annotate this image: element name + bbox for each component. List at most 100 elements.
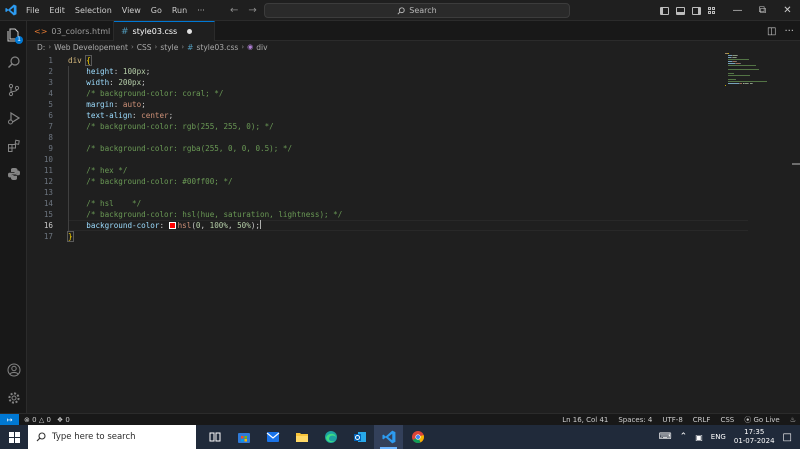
split-editor-icon[interactable]: ◫	[767, 26, 776, 37]
code-line[interactable]: 16 background-color: hsl(0, 100%, 50%);	[27, 220, 748, 231]
breadcrumb-item[interactable]: style	[160, 43, 178, 52]
line-number: 16	[43, 221, 53, 230]
back-arrow-icon[interactable]: ←	[230, 5, 238, 16]
menu-more[interactable]: ···	[192, 0, 210, 21]
more-actions-icon[interactable]: ···	[784, 26, 794, 37]
tab-03-colors-html[interactable]: <> 03_colors.html	[27, 21, 114, 41]
run-debug-icon[interactable]	[5, 109, 22, 126]
code-line[interactable]: 1 div {	[27, 55, 727, 66]
code-line[interactable]: 12 /* background-color: #00ff00; */	[27, 176, 727, 187]
chevron-up-icon[interactable]: ⌃	[680, 432, 688, 442]
keyboard-icon[interactable]: ⌨	[659, 432, 672, 442]
code-line[interactable]: 3 width: 200px;	[27, 77, 727, 88]
customize-layout-icon[interactable]	[708, 7, 715, 14]
color-swatch-icon[interactable]	[168, 222, 176, 229]
explorer-badge: 1	[15, 36, 23, 44]
code-line[interactable]: 13	[27, 187, 727, 198]
scrollbar-marker[interactable]	[792, 163, 800, 165]
code-line[interactable]: 17}	[27, 231, 727, 242]
code-line[interactable]: 14 /* hsl */	[27, 198, 727, 209]
restore-icon[interactable]: ⧉	[750, 0, 775, 21]
mail-icon[interactable]	[258, 425, 287, 449]
taskbar-search[interactable]: Type here to search	[28, 425, 196, 449]
language-mode[interactable]: CSS	[720, 416, 734, 424]
command-center-search[interactable]: Search	[264, 3, 570, 18]
forward-arrow-icon[interactable]: →	[248, 5, 256, 16]
source-control-icon[interactable]	[5, 81, 22, 98]
chevron-right-icon: ›	[48, 43, 52, 51]
code-line[interactable]: 8	[27, 132, 727, 143]
outlook-icon[interactable]	[345, 425, 374, 449]
input-language[interactable]: ENG	[711, 433, 726, 441]
toggle-sidebar-icon[interactable]	[660, 6, 669, 15]
code-token: {	[85, 55, 92, 66]
toggle-panel-icon[interactable]	[676, 6, 685, 15]
start-button[interactable]	[0, 425, 28, 449]
code-line[interactable]: 5 margin: auto;	[27, 99, 727, 110]
line-number: 13	[43, 188, 53, 197]
minimize-icon[interactable]: —	[725, 0, 750, 21]
line-number: 1	[48, 56, 53, 65]
minimap-stroke	[727, 73, 735, 74]
code-line[interactable]: 9 /* background-color: rgba(255, 0, 0, 0…	[27, 143, 727, 154]
clock[interactable]: 17:35 01-07-2024	[734, 428, 775, 446]
menu-run[interactable]: Run	[167, 0, 192, 21]
end-of-line[interactable]: CRLF	[693, 416, 711, 424]
indentation[interactable]: Spaces: 4	[618, 416, 652, 424]
extensions-icon[interactable]	[5, 137, 22, 154]
errors-status[interactable]: ⊗ 0 △ 0	[24, 416, 51, 424]
encoding[interactable]: UTF-8	[662, 416, 682, 424]
minimap[interactable]	[725, 53, 770, 93]
tab-style03-css[interactable]: # style03.css	[114, 21, 215, 41]
menu-go[interactable]: Go	[146, 0, 167, 21]
code-editor[interactable]: 1 div {2 height: 100px; 3 width: 200px; 4 /…	[27, 53, 800, 413]
code-line[interactable]: 11 /* hex */	[27, 165, 727, 176]
notifications-bell-icon[interactable]: ♨	[790, 416, 796, 424]
line-code: /* background-color: rgb(255, 255, 0); *…	[68, 121, 273, 132]
menu-selection[interactable]: Selection	[70, 0, 117, 21]
go-live-button[interactable]: ⦿ Go Live	[744, 415, 779, 425]
toggle-secondary-sidebar-icon[interactable]	[692, 6, 701, 15]
network-icon[interactable]: ▣	[695, 433, 703, 442]
breadcrumb-item[interactable]: style03.css	[196, 43, 238, 52]
code-line[interactable]: 7 /* background-color: rgb(255, 255, 0);…	[27, 121, 727, 132]
cursor-position[interactable]: Ln 16, Col 41	[562, 416, 608, 424]
line-number: 8	[48, 133, 53, 142]
chrome-icon[interactable]	[403, 425, 432, 449]
breadcrumb-item[interactable]: Web Developement	[54, 43, 128, 52]
search-view-icon[interactable]	[5, 53, 22, 70]
python-icon[interactable]	[5, 165, 22, 182]
remote-indicator-icon[interactable]: ↦	[0, 413, 19, 426]
status-left: ⊗ 0 △ 0 ❖ 0	[24, 416, 70, 424]
code-line[interactable]: 6 text-align: center;	[27, 110, 727, 121]
menu-view[interactable]: View	[117, 0, 146, 21]
edge-browser-icon[interactable]	[316, 425, 345, 449]
breadcrumb-item[interactable]: CSS	[137, 43, 152, 52]
unsaved-dot-icon[interactable]	[187, 29, 193, 34]
code-line[interactable]: 10	[27, 154, 727, 165]
minimap-stroke	[727, 79, 737, 80]
ports-status[interactable]: ❖ 0	[57, 416, 70, 424]
code-line[interactable]: 15 /* background-color: hsl(hue, saturat…	[27, 209, 727, 220]
vscode-taskbar-icon[interactable]	[374, 425, 403, 449]
code-line[interactable]: 4 /* background-color: coral; */	[27, 88, 727, 99]
minimap-stroke	[727, 59, 749, 60]
account-icon[interactable]	[5, 361, 22, 378]
microsoft-store-icon[interactable]	[229, 425, 258, 449]
menu-edit[interactable]: Edit	[44, 0, 70, 21]
editor-tab-bar: <> 03_colors.html # style03.css ◫ ···	[27, 21, 800, 41]
file-explorer-icon[interactable]	[287, 425, 316, 449]
notifications-icon[interactable]: □	[783, 432, 792, 443]
explorer-icon[interactable]: 1	[5, 26, 23, 44]
settings-gear-icon[interactable]	[5, 389, 22, 406]
task-view-icon[interactable]	[200, 425, 229, 449]
breadcrumb-item[interactable]: div	[256, 43, 267, 52]
code-line[interactable]: 2 height: 100px;	[27, 66, 727, 77]
close-icon[interactable]: ✕	[775, 0, 800, 21]
chevron-right-icon: ›	[241, 43, 245, 51]
breadcrumb-item[interactable]: D:	[37, 43, 45, 52]
code-token: 200px	[118, 78, 142, 87]
code-token: /* background-color: coral; */	[86, 89, 224, 98]
menu-file[interactable]: File	[21, 0, 44, 21]
